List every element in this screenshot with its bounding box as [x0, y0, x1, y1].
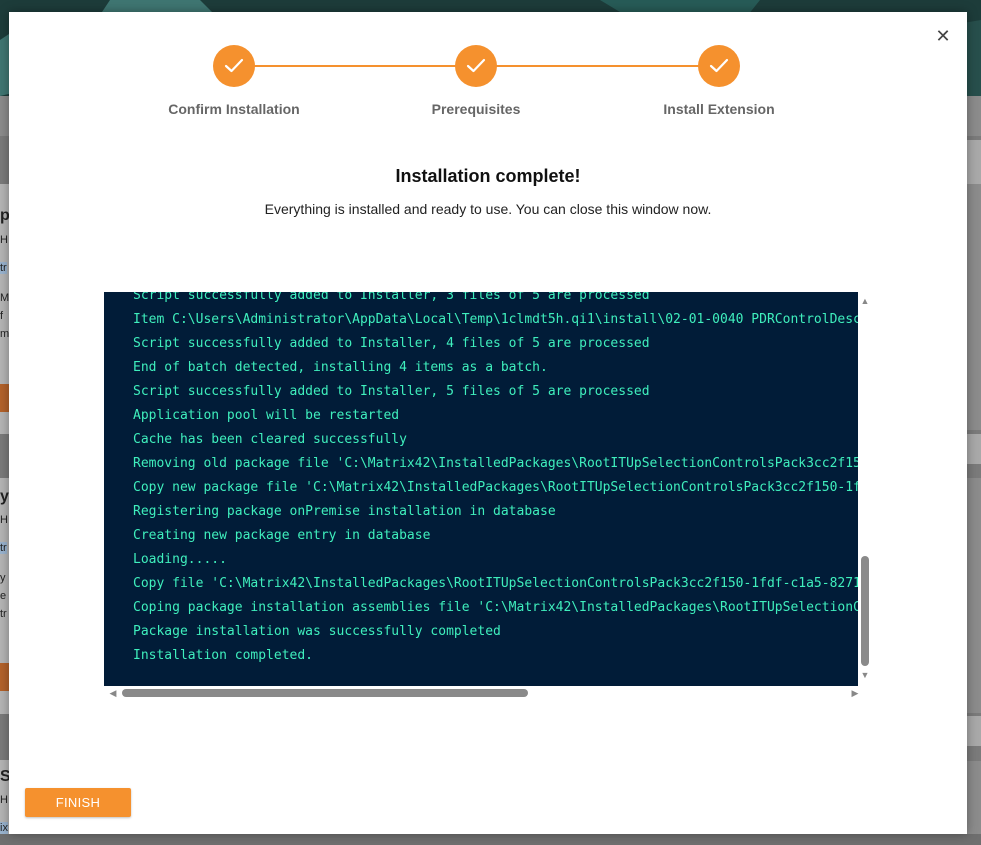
background-button [0, 663, 9, 691]
finish-button[interactable]: FINISH [25, 788, 131, 817]
background-text: H [0, 794, 8, 806]
background-text: e [0, 590, 7, 602]
scroll-down-icon[interactable]: ▼ [860, 670, 870, 680]
background-text: tr [0, 262, 7, 274]
check-icon [698, 45, 740, 87]
background-text: tr [0, 542, 7, 554]
step-prerequisites: Prerequisites [366, 45, 586, 117]
background-text: y [0, 572, 6, 584]
background-right-strip [967, 140, 981, 184]
background-button [0, 384, 9, 412]
background-right-strip [967, 434, 981, 464]
background-text: m [0, 328, 10, 340]
log-line: Removing old package file 'C:\Matrix42\I… [133, 456, 858, 471]
scroll-right-icon[interactable]: ▶ [850, 688, 860, 698]
vertical-scrollbar[interactable]: ▲ ▼ [858, 292, 872, 686]
scroll-left-icon[interactable]: ◀ [108, 688, 118, 698]
log-line: Creating new package entry in database [133, 528, 431, 543]
check-icon [455, 45, 497, 87]
check-icon [213, 45, 255, 87]
scrollbar-thumb[interactable] [861, 556, 869, 666]
log-line: Script successfully added to Installer, … [133, 336, 650, 351]
log-line: Script successfully added to Installer, … [133, 384, 650, 399]
log-line: Cache has been cleared successfully [133, 432, 407, 447]
log-line: End of batch detected, installing 4 item… [133, 360, 548, 375]
page-title: Installation complete! [395, 166, 581, 186]
log-line: Script successfully added to Installer, … [133, 292, 650, 303]
install-log-console[interactable]: Script successfully added to Installer, … [104, 292, 858, 686]
step-label: Confirm Installation [168, 101, 300, 117]
log-line: Coping package installation assemblies f… [133, 600, 858, 615]
background-text: H [0, 234, 8, 246]
log-line: Registering package onPremise installati… [133, 504, 556, 519]
background-text: f [0, 310, 4, 322]
background-text: y [0, 488, 9, 505]
log-line: Copy new package file 'C:\Matrix42\Insta… [133, 480, 858, 495]
install-dialog: ✕ Confirm Installation Prerequisites Ins… [9, 12, 967, 834]
log-line: Installation completed. [133, 648, 314, 663]
background-text: M [0, 292, 10, 304]
background-text: ix [0, 822, 8, 834]
background-right-strip [967, 716, 981, 746]
step-label: Prerequisites [431, 101, 521, 117]
log-list: Script successfully added to Installer, … [133, 292, 858, 668]
scrollbar-thumb[interactable] [122, 689, 528, 697]
log-line: Loading..... [133, 552, 227, 567]
scroll-up-icon[interactable]: ▲ [860, 296, 870, 306]
background-footer [0, 834, 981, 845]
background-text: H [0, 514, 8, 526]
log-line: Package installation was successfully co… [133, 624, 501, 639]
status-message: Everything is installed and ready to use… [264, 201, 712, 217]
log-line: Item C:\Users\Administrator\AppData\Loca… [133, 312, 858, 327]
log-line: Copy file 'C:\Matrix42\InstalledPackages… [133, 576, 858, 591]
step-label: Install Extension [663, 101, 775, 117]
log-line: Application pool will be restarted [133, 408, 400, 423]
horizontal-scrollbar[interactable]: ◀ ▶ [104, 686, 858, 700]
install-stepper: Confirm Installation Prerequisites Insta… [9, 12, 967, 132]
step-install-extension: Install Extension [609, 45, 829, 117]
background-text: tr [0, 608, 7, 620]
step-confirm-installation: Confirm Installation [124, 45, 344, 117]
